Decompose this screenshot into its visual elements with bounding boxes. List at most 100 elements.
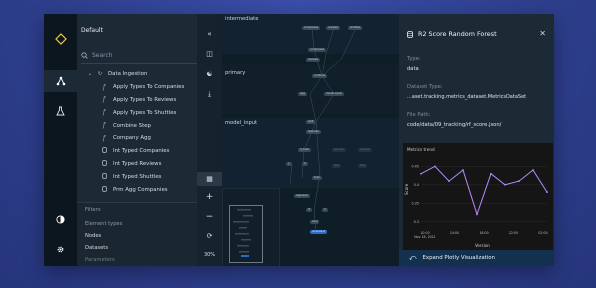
dataset-type-label: Dataset Type: xyxy=(407,84,443,90)
icon-rail xyxy=(44,14,77,266)
plot-y-tick-label: 0.45 xyxy=(411,165,419,169)
plot-y-tick-label: 0.35 xyxy=(411,201,419,205)
tree-item-label: Apply Types To Companies xyxy=(113,84,185,91)
graph-node[interactable]: features xyxy=(306,130,321,134)
tree-item-label: Int Typed Shuttles xyxy=(113,173,162,180)
dataset-icon xyxy=(407,30,413,38)
graph-node[interactable]: X_train xyxy=(298,148,312,152)
plot-y-tick-label: 0.3 xyxy=(414,220,419,224)
dataset-icon xyxy=(99,159,109,168)
plot-point xyxy=(434,165,436,168)
tree-item-label: Int Typed Companies xyxy=(113,148,170,155)
zoom-out-icon[interactable]: − xyxy=(197,212,222,222)
graph-node[interactable]: agg xyxy=(298,92,307,96)
reset-view-icon[interactable]: ⟳ xyxy=(197,232,222,240)
plot-x-tick-label: 22:00 xyxy=(509,231,518,235)
type-label: Type: xyxy=(407,56,421,62)
collapse-sidebar-icon[interactable]: « xyxy=(197,30,222,38)
plot-point xyxy=(476,213,478,216)
experiment-flask-icon[interactable] xyxy=(44,100,77,122)
function-icon: f xyxy=(102,109,106,117)
tree-item-label: Combine Step xyxy=(113,122,151,129)
plot-point xyxy=(532,169,534,171)
dataset-type-value: ...aset.tracking.metrics_dataset.Metrics… xyxy=(407,94,527,100)
expand-icon: ⤺ xyxy=(409,253,417,262)
search-placeholder: Search xyxy=(92,52,113,59)
graph-node[interactable]: X xyxy=(302,162,308,166)
plot-x-tick-label: 14:00 xyxy=(450,231,459,235)
export-image-icon[interactable]: ◫ xyxy=(197,50,222,58)
plot-canvas: 0.30.350.40.4510:00Nov 18, 202114:00 18:0… xyxy=(411,165,548,239)
plot-point xyxy=(448,180,450,183)
graph-node[interactable]: params xyxy=(332,148,346,152)
graph-node[interactable]: companies xyxy=(308,48,327,52)
pipeline-select-value: Default xyxy=(81,26,103,34)
metrics-plot[interactable]: Metrics trend Score Version 0.3 0.35 0.4 0.… xyxy=(403,143,553,251)
function-icon: f xyxy=(102,96,106,104)
expand-plotly-button[interactable]: ⤺ Expand Plotly Visualization xyxy=(399,250,554,266)
zoom-in-icon[interactable]: + xyxy=(197,192,222,202)
type-value: data xyxy=(407,66,419,72)
graph-node[interactable]: y xyxy=(286,162,292,166)
plot-series-line xyxy=(420,165,548,216)
plot-x-tick-label: 02:00 xyxy=(538,231,547,235)
metadata-panel: R2 Score Random Forest ✕ Type: data Data… xyxy=(399,14,554,266)
logo-icon[interactable] xyxy=(44,28,77,50)
tree-item-label: Prm Agg Companies xyxy=(113,186,168,193)
plot-x-tick-label: 18:00 xyxy=(479,231,488,235)
expand-label: Expand Plotly Visualization xyxy=(422,255,495,261)
modular-pipeline-icon: ↻ xyxy=(97,71,103,78)
plot-point xyxy=(462,169,464,171)
graph-node[interactable]: rf xyxy=(306,208,312,212)
dataset-icon xyxy=(99,185,109,194)
graph-node[interactable]: test xyxy=(358,164,367,168)
tree-item-label: Apply Types To Shuttles xyxy=(113,109,177,116)
function-icon: f xyxy=(102,134,106,142)
graph-node[interactable]: train xyxy=(312,176,323,180)
tree-item-label: Company Agg xyxy=(113,135,151,142)
kedro-viz-window: Default ⌄ Search ⌄ ↻ Data Ingestion f Ap… xyxy=(44,14,554,266)
file-path-label: File Path: xyxy=(407,112,431,118)
close-icon[interactable]: ✕ xyxy=(539,29,546,38)
search-icon xyxy=(81,52,88,59)
graph-node[interactable]: combine xyxy=(312,74,328,78)
function-icon: f xyxy=(102,122,106,130)
graph-node[interactable]: reviews xyxy=(306,58,320,62)
plot-point xyxy=(420,172,422,175)
graph-node-selected[interactable]: r2 score rf xyxy=(310,230,328,234)
graph-node[interactable]: shuttles xyxy=(348,26,363,30)
graph-node[interactable]: lr xyxy=(322,208,328,212)
graph-node[interactable]: eval xyxy=(310,220,320,224)
flowchart-icon[interactable] xyxy=(44,70,77,92)
download-icon[interactable]: ⤓ xyxy=(197,90,222,99)
plot-point xyxy=(490,172,492,175)
tree-item-label: Data Ingestion xyxy=(108,71,148,78)
graph-node[interactable]: reviews xyxy=(326,26,340,30)
dataset-icon xyxy=(99,172,109,181)
dataset-icon xyxy=(99,147,109,155)
zoom-level: 30% xyxy=(203,252,216,258)
plot-point xyxy=(518,180,520,183)
minimap[interactable] xyxy=(222,188,280,266)
graph-node[interactable]: test xyxy=(332,164,341,168)
map-toggle-icon[interactable]: ▦ xyxy=(197,172,222,186)
graph-node[interactable]: model input xyxy=(324,92,344,96)
plot-point xyxy=(546,191,548,194)
plot-x-tick-label: Nov 18, 2021 xyxy=(414,235,435,239)
tree-item-label: Apply Types To Reviews xyxy=(113,96,177,103)
plot-point xyxy=(504,183,506,186)
plot-y-tick-label: 0.4 xyxy=(414,183,419,187)
layers-icon[interactable]: ☯ xyxy=(197,70,222,78)
graph-node[interactable]: split xyxy=(306,120,316,124)
panel-title-text: R2 Score Random Forest xyxy=(418,30,497,38)
function-icon: f xyxy=(102,83,106,91)
graph-node[interactable]: companies xyxy=(302,26,321,30)
tree-item-label: Int Typed Reviews xyxy=(113,160,162,167)
minimap-viewport[interactable] xyxy=(229,205,263,263)
graph-node[interactable]: regressor xyxy=(294,194,311,198)
theme-toggle-icon[interactable] xyxy=(44,208,77,230)
graph-node[interactable]: params xyxy=(358,148,372,152)
file-path-value: code/data/09_tracking/rf_score.json/ xyxy=(407,122,502,128)
settings-gear-icon[interactable] xyxy=(44,238,77,260)
panel-title: R2 Score Random Forest xyxy=(407,30,497,38)
